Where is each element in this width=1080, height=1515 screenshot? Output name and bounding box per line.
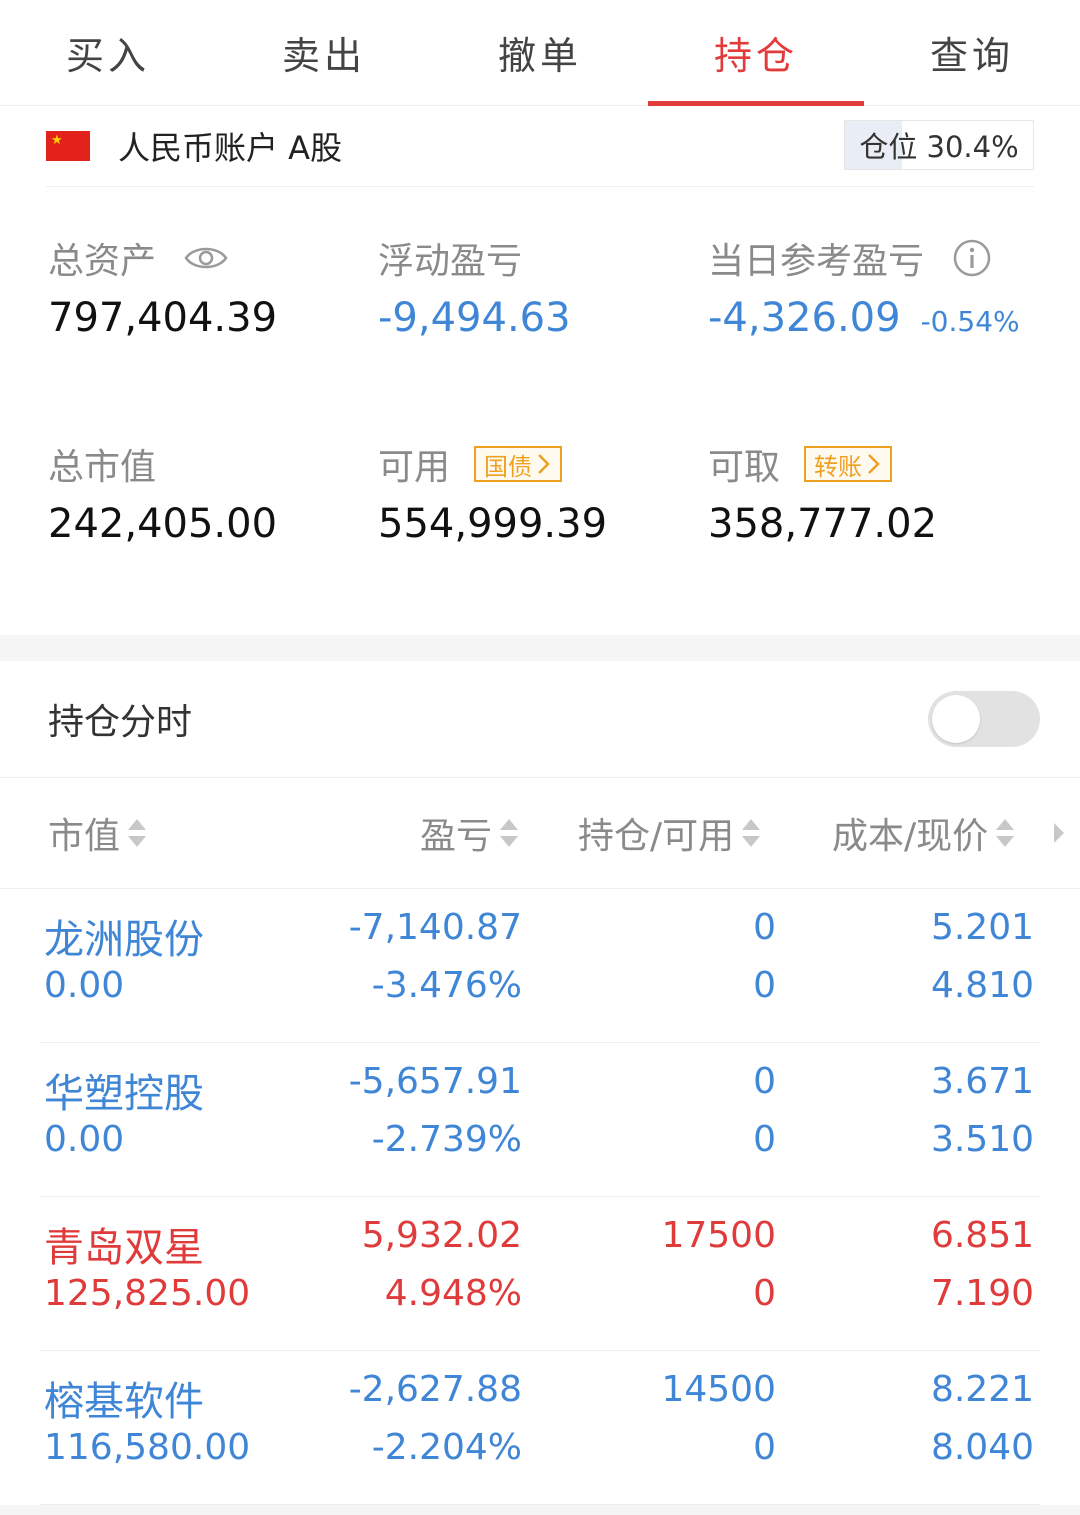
stock-position: 17500	[661, 1215, 776, 1256]
stock-pnl-percent: -2.204%	[371, 1427, 522, 1468]
info-icon[interactable]	[952, 238, 992, 278]
sort-icon	[740, 815, 762, 851]
stock-pnl: -2,627.88	[348, 1369, 522, 1410]
holdings-table-header: 市值 盈亏 持仓/可用 成本/现价	[0, 778, 1080, 889]
stock-cost: 8.221	[930, 1369, 1034, 1410]
tab-sell[interactable]: 卖出	[216, 0, 432, 105]
header-pnl[interactable]: 盈亏	[420, 778, 520, 888]
stock-pnl-percent: -2.739%	[371, 1119, 522, 1160]
stock-position: 0	[753, 907, 776, 948]
eye-icon[interactable]	[184, 244, 228, 272]
stock-market-value: 116,580.00	[44, 1427, 251, 1468]
stock-market-value: 125,825.00	[44, 1273, 251, 1314]
position-ratio-badge: 仓位 30.4%	[844, 120, 1034, 170]
daily-pnl-value: -4,326.09	[708, 295, 901, 341]
toggle-knob	[932, 695, 980, 743]
treasury-bond-tag[interactable]: 国债	[474, 446, 563, 482]
stock-price: 8.040	[930, 1427, 1034, 1468]
header-market-value[interactable]: 市值	[48, 778, 148, 888]
floating-pnl-cell: 浮动盈亏 -9,494.63	[378, 233, 571, 349]
sort-icon	[994, 815, 1016, 851]
transfer-tag[interactable]: 转账	[804, 446, 893, 482]
header-pnl-label: 盈亏	[420, 816, 493, 857]
stock-pnl: -7,140.87	[348, 907, 522, 948]
stock-available: 0	[753, 1273, 776, 1314]
stock-name: 榕基软件	[44, 1379, 204, 1425]
withdrawable-value: 358,777.02	[708, 501, 938, 547]
sort-icon	[126, 815, 148, 851]
account-summary: 总资产 797,404.39 浮动盈亏 -9,494.63 当日参考盈亏 -4,…	[0, 187, 1080, 635]
stock-name: 青岛双星	[44, 1225, 204, 1271]
available-value: 554,999.39	[378, 501, 608, 547]
section-divider	[0, 635, 1080, 661]
withdrawable-label: 可取	[708, 447, 781, 488]
withdrawable-cell: 可取 转账 358,777.02	[708, 439, 937, 555]
stock-cost: 5.201	[930, 907, 1034, 948]
position-ratio-text: 仓位 30.4%	[859, 130, 1019, 164]
chevron-right-icon	[868, 454, 880, 474]
bottom-divider	[0, 1505, 1080, 1515]
floating-pnl-label: 浮动盈亏	[378, 241, 523, 282]
stock-pnl-percent: 4.948%	[384, 1273, 522, 1314]
holding-timeshare-row: 持仓分时	[0, 661, 1080, 778]
stock-position: 14500	[661, 1369, 776, 1410]
available-label: 可用	[378, 447, 451, 488]
stock-pnl: 5,932.02	[361, 1215, 522, 1256]
stock-position: 0	[753, 1061, 776, 1102]
header-position-available[interactable]: 持仓/可用	[578, 778, 762, 888]
floating-pnl-value: -9,494.63	[378, 295, 571, 341]
tab-buy[interactable]: 买入	[0, 0, 216, 105]
table-row[interactable]: 华塑控股 0.00 -5,657.91 -2.739% 0 0 3.671 3.…	[40, 1043, 1040, 1197]
holding-timeshare-toggle[interactable]	[928, 691, 1040, 747]
stock-available: 0	[753, 1427, 776, 1468]
tab-positions[interactable]: 持仓	[648, 0, 864, 106]
table-row[interactable]: 龙洲股份 0.00 -7,140.87 -3.476% 0 0 5.201 4.…	[40, 889, 1040, 1043]
sort-icon	[498, 815, 520, 851]
daily-pnl-label: 当日参考盈亏	[708, 241, 925, 282]
table-row[interactable]: 青岛双星 125,825.00 5,932.02 4.948% 17500 0 …	[40, 1197, 1040, 1351]
tab-cancel[interactable]: 撤单	[432, 0, 648, 105]
china-flag-icon: ★	[46, 131, 90, 161]
total-assets-cell: 总资产 797,404.39	[48, 233, 277, 349]
header-cost-price[interactable]: 成本/现价	[832, 778, 1016, 888]
table-row[interactable]: 榕基软件 116,580.00 -2,627.88 -2.204% 14500 …	[40, 1351, 1040, 1505]
header-position-available-label: 持仓/可用	[578, 816, 735, 857]
chevron-right-icon	[538, 454, 550, 474]
stock-price: 7.190	[930, 1273, 1034, 1314]
total-assets-label: 总资产	[48, 241, 157, 282]
market-value-cell: 总市值 242,405.00	[48, 439, 277, 555]
holding-timeshare-title: 持仓分时	[48, 702, 193, 743]
tab-query[interactable]: 查询	[864, 0, 1080, 105]
stock-cost: 6.851	[930, 1215, 1034, 1256]
daily-pnl-cell: 当日参考盈亏 -4,326.09 -0.54%	[708, 233, 1020, 349]
stock-available: 0	[753, 965, 776, 1006]
scroll-right-arrow-icon[interactable]	[1052, 821, 1066, 845]
top-tab-bar: 买入 卖出 撤单 持仓 查询	[0, 0, 1080, 106]
treasury-bond-tag-label: 国债	[484, 452, 533, 481]
header-cost-price-label: 成本/现价	[832, 816, 989, 857]
market-value-label: 总市值	[48, 447, 157, 488]
stock-available: 0	[753, 1119, 776, 1160]
stock-name: 华塑控股	[44, 1071, 204, 1117]
total-assets-value: 797,404.39	[48, 295, 278, 341]
market-value-value: 242,405.00	[48, 501, 278, 547]
stock-market-value: 0.00	[44, 965, 125, 1006]
stock-market-value: 0.00	[44, 1119, 125, 1160]
app-root: 买入 卖出 撤单 持仓 查询 ★ 人民币账户 A股 仓位 30.4% 总资产 7…	[0, 0, 1080, 1515]
account-row[interactable]: ★ 人民币账户 A股 仓位 30.4%	[46, 106, 1034, 187]
account-name: 人民币账户 A股	[118, 129, 343, 167]
daily-pnl-percent: -0.54%	[920, 305, 1020, 338]
stock-pnl: -5,657.91	[348, 1061, 522, 1102]
stock-price: 4.810	[930, 965, 1034, 1006]
holdings-list: 龙洲股份 0.00 -7,140.87 -3.476% 0 0 5.201 4.…	[0, 889, 1080, 1505]
stock-cost: 3.671	[930, 1061, 1034, 1102]
available-cell: 可用 国债 554,999.39	[378, 439, 607, 555]
stock-name: 龙洲股份	[44, 917, 204, 963]
transfer-tag-label: 转账	[814, 452, 863, 481]
stock-pnl-percent: -3.476%	[371, 965, 522, 1006]
header-market-value-label: 市值	[48, 816, 121, 857]
stock-price: 3.510	[930, 1119, 1034, 1160]
